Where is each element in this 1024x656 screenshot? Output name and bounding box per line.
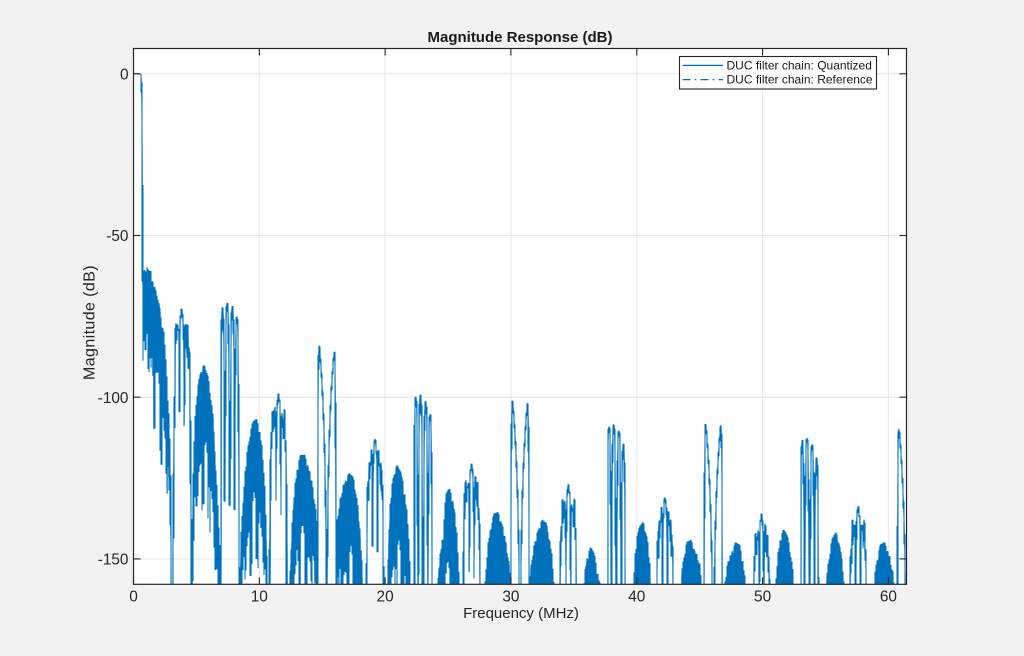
svg-text:Magnitude Response (dB): Magnitude Response (dB) — [427, 29, 612, 46]
svg-text:20: 20 — [377, 589, 394, 606]
svg-text:0: 0 — [129, 589, 138, 606]
svg-text:40: 40 — [628, 589, 645, 606]
svg-text:Magnitude (dB): Magnitude (dB) — [81, 265, 98, 380]
svg-text:DUC filter chain: Reference: DUC filter chain: Reference — [727, 73, 873, 87]
svg-text:60: 60 — [880, 589, 897, 606]
svg-text:50: 50 — [754, 589, 771, 606]
svg-text:30: 30 — [502, 589, 519, 606]
svg-text:10: 10 — [251, 589, 268, 606]
svg-text:-100: -100 — [98, 390, 129, 407]
svg-text:DUC filter chain: Quantized: DUC filter chain: Quantized — [727, 58, 872, 72]
svg-text:-50: -50 — [106, 228, 128, 245]
svg-text:0: 0 — [120, 66, 129, 83]
svg-text:-150: -150 — [98, 552, 129, 569]
svg-text:Frequency (MHz): Frequency (MHz) — [463, 605, 579, 622]
